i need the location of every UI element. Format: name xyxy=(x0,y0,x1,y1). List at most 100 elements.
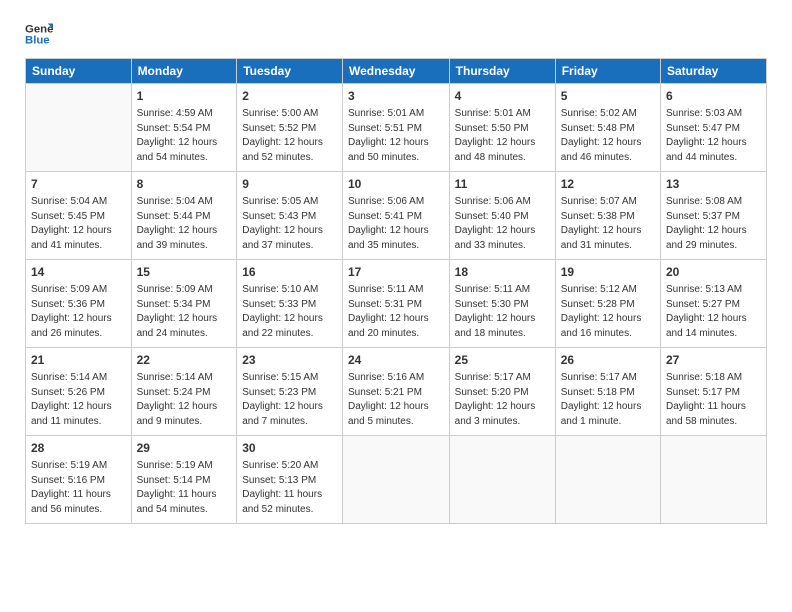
svg-text:Blue: Blue xyxy=(25,35,50,47)
calendar-header-row: SundayMondayTuesdayWednesdayThursdayFrid… xyxy=(26,59,767,84)
day-info: Sunrise: 5:06 AM Sunset: 5:40 PM Dayligh… xyxy=(455,195,550,253)
day-number: 23 xyxy=(242,352,337,369)
day-cell xyxy=(26,84,132,172)
day-info: Sunrise: 5:01 AM Sunset: 5:50 PM Dayligh… xyxy=(455,107,550,165)
day-number: 22 xyxy=(137,352,232,369)
day-cell: 11 Sunrise: 5:06 AM Sunset: 5:40 PM Dayli… xyxy=(449,172,555,260)
day-info: Sunrise: 5:01 AM Sunset: 5:51 PM Dayligh… xyxy=(348,107,444,165)
week-row-5: 28 Sunrise: 5:19 AM Sunset: 5:16 PM Dayli… xyxy=(26,436,767,524)
day-info: Sunrise: 5:13 AM Sunset: 5:27 PM Dayligh… xyxy=(666,283,761,341)
day-number: 16 xyxy=(242,264,337,281)
day-cell: 13Sunrise: 5:08 AM Sunset: 5:37 PM Dayli… xyxy=(660,172,766,260)
day-cell: 29 Sunrise: 5:19 AM Sunset: 5:14 PM Dayli… xyxy=(131,436,237,524)
day-number: 27 xyxy=(666,352,761,369)
day-info: Sunrise: 5:09 AM Sunset: 5:36 PM Dayligh… xyxy=(31,283,126,341)
day-cell: 10Sunrise: 5:06 AM Sunset: 5:41 PM Dayli… xyxy=(343,172,450,260)
day-number: 15 xyxy=(137,264,232,281)
day-cell: 24Sunrise: 5:16 AM Sunset: 5:21 PM Dayli… xyxy=(343,348,450,436)
day-cell: 20 Sunrise: 5:13 AM Sunset: 5:27 PM Dayli… xyxy=(660,260,766,348)
day-info: Sunrise: 5:03 AM Sunset: 5:47 PM Dayligh… xyxy=(666,107,761,165)
day-info: Sunrise: 5:19 AM Sunset: 5:14 PM Dayligh… xyxy=(137,459,232,517)
day-info: Sunrise: 5:17 AM Sunset: 5:18 PM Dayligh… xyxy=(561,371,655,429)
day-cell: 30Sunrise: 5:20 AM Sunset: 5:13 PM Dayli… xyxy=(237,436,343,524)
day-info: Sunrise: 5:14 AM Sunset: 5:24 PM Dayligh… xyxy=(137,371,232,429)
day-cell: 6 Sunrise: 5:03 AM Sunset: 5:47 PM Daylig… xyxy=(660,84,766,172)
day-number: 7 xyxy=(31,176,126,193)
week-row-1: 1 Sunrise: 4:59 AM Sunset: 5:54 PM Daylig… xyxy=(26,84,767,172)
day-info: Sunrise: 5:02 AM Sunset: 5:48 PM Dayligh… xyxy=(561,107,655,165)
day-cell xyxy=(555,436,660,524)
day-info: Sunrise: 5:18 AM Sunset: 5:17 PM Dayligh… xyxy=(666,371,761,429)
day-number: 1 xyxy=(137,88,232,105)
day-cell: 12 Sunrise: 5:07 AM Sunset: 5:38 PM Dayli… xyxy=(555,172,660,260)
day-cell: 8Sunrise: 5:04 AM Sunset: 5:44 PM Daylig… xyxy=(131,172,237,260)
day-cell: 1 Sunrise: 4:59 AM Sunset: 5:54 PM Daylig… xyxy=(131,84,237,172)
weekday-header-friday: Friday xyxy=(555,59,660,84)
day-number: 29 xyxy=(137,440,232,457)
day-number: 26 xyxy=(561,352,655,369)
day-number: 4 xyxy=(455,88,550,105)
day-number: 18 xyxy=(455,264,550,281)
week-row-4: 21 Sunrise: 5:14 AM Sunset: 5:26 PM Dayli… xyxy=(26,348,767,436)
day-info: Sunrise: 5:11 AM Sunset: 5:30 PM Dayligh… xyxy=(455,283,550,341)
day-number: 14 xyxy=(31,264,126,281)
day-info: Sunrise: 5:04 AM Sunset: 5:45 PM Dayligh… xyxy=(31,195,126,253)
logo: General Blue xyxy=(25,20,59,48)
day-number: 6 xyxy=(666,88,761,105)
day-cell: 4 Sunrise: 5:01 AM Sunset: 5:50 PM Daylig… xyxy=(449,84,555,172)
day-number: 11 xyxy=(455,176,550,193)
day-cell xyxy=(449,436,555,524)
day-info: Sunrise: 5:04 AM Sunset: 5:44 PM Dayligh… xyxy=(137,195,232,253)
day-number: 12 xyxy=(561,176,655,193)
day-info: Sunrise: 5:20 AM Sunset: 5:13 PM Dayligh… xyxy=(242,459,337,517)
day-cell xyxy=(660,436,766,524)
day-info: Sunrise: 5:19 AM Sunset: 5:16 PM Dayligh… xyxy=(31,459,126,517)
day-cell xyxy=(343,436,450,524)
day-cell: 7 Sunrise: 5:04 AM Sunset: 5:45 PM Daylig… xyxy=(26,172,132,260)
day-number: 19 xyxy=(561,264,655,281)
day-cell: 28 Sunrise: 5:19 AM Sunset: 5:16 PM Dayli… xyxy=(26,436,132,524)
day-info: Sunrise: 5:16 AM Sunset: 5:21 PM Dayligh… xyxy=(348,371,444,429)
svg-text:General: General xyxy=(25,23,53,35)
week-row-2: 7 Sunrise: 5:04 AM Sunset: 5:45 PM Daylig… xyxy=(26,172,767,260)
day-number: 13 xyxy=(666,176,761,193)
page-container: General Blue SundayMondayTuesdayWednesda… xyxy=(0,0,792,539)
day-cell: 17 Sunrise: 5:11 AM Sunset: 5:31 PM Dayli… xyxy=(343,260,450,348)
weekday-header-thursday: Thursday xyxy=(449,59,555,84)
day-cell: 9 Sunrise: 5:05 AM Sunset: 5:43 PM Daylig… xyxy=(237,172,343,260)
day-cell: 21 Sunrise: 5:14 AM Sunset: 5:26 PM Dayli… xyxy=(26,348,132,436)
day-cell: 2Sunrise: 5:00 AM Sunset: 5:52 PM Daylig… xyxy=(237,84,343,172)
day-info: Sunrise: 5:05 AM Sunset: 5:43 PM Dayligh… xyxy=(242,195,337,253)
week-row-3: 14 Sunrise: 5:09 AM Sunset: 5:36 PM Dayli… xyxy=(26,260,767,348)
day-info: Sunrise: 5:14 AM Sunset: 5:26 PM Dayligh… xyxy=(31,371,126,429)
day-cell: 18 Sunrise: 5:11 AM Sunset: 5:30 PM Dayli… xyxy=(449,260,555,348)
day-number: 5 xyxy=(561,88,655,105)
day-number: 25 xyxy=(455,352,550,369)
day-number: 28 xyxy=(31,440,126,457)
weekday-header-saturday: Saturday xyxy=(660,59,766,84)
day-number: 2 xyxy=(242,88,337,105)
day-cell: 15 Sunrise: 5:09 AM Sunset: 5:34 PM Dayli… xyxy=(131,260,237,348)
day-number: 17 xyxy=(348,264,444,281)
day-info: Sunrise: 5:10 AM Sunset: 5:33 PM Dayligh… xyxy=(242,283,337,341)
weekday-header-monday: Monday xyxy=(131,59,237,84)
day-number: 9 xyxy=(242,176,337,193)
weekday-header-tuesday: Tuesday xyxy=(237,59,343,84)
day-number: 20 xyxy=(666,264,761,281)
day-number: 21 xyxy=(31,352,126,369)
day-info: Sunrise: 5:07 AM Sunset: 5:38 PM Dayligh… xyxy=(561,195,655,253)
day-info: Sunrise: 5:17 AM Sunset: 5:20 PM Dayligh… xyxy=(455,371,550,429)
day-cell: 3 Sunrise: 5:01 AM Sunset: 5:51 PM Daylig… xyxy=(343,84,450,172)
day-cell: 14 Sunrise: 5:09 AM Sunset: 5:36 PM Dayli… xyxy=(26,260,132,348)
day-number: 3 xyxy=(348,88,444,105)
logo-icon: General Blue xyxy=(25,20,53,48)
day-info: Sunrise: 4:59 AM Sunset: 5:54 PM Dayligh… xyxy=(137,107,232,165)
day-info: Sunrise: 5:12 AM Sunset: 5:28 PM Dayligh… xyxy=(561,283,655,341)
day-cell: 5 Sunrise: 5:02 AM Sunset: 5:48 PM Daylig… xyxy=(555,84,660,172)
day-info: Sunrise: 5:06 AM Sunset: 5:41 PM Dayligh… xyxy=(348,195,444,253)
day-cell: 27 Sunrise: 5:18 AM Sunset: 5:17 PM Dayli… xyxy=(660,348,766,436)
day-cell: 22 Sunrise: 5:14 AM Sunset: 5:24 PM Dayli… xyxy=(131,348,237,436)
day-info: Sunrise: 5:11 AM Sunset: 5:31 PM Dayligh… xyxy=(348,283,444,341)
day-cell: 23Sunrise: 5:15 AM Sunset: 5:23 PM Dayli… xyxy=(237,348,343,436)
day-info: Sunrise: 5:09 AM Sunset: 5:34 PM Dayligh… xyxy=(137,283,232,341)
